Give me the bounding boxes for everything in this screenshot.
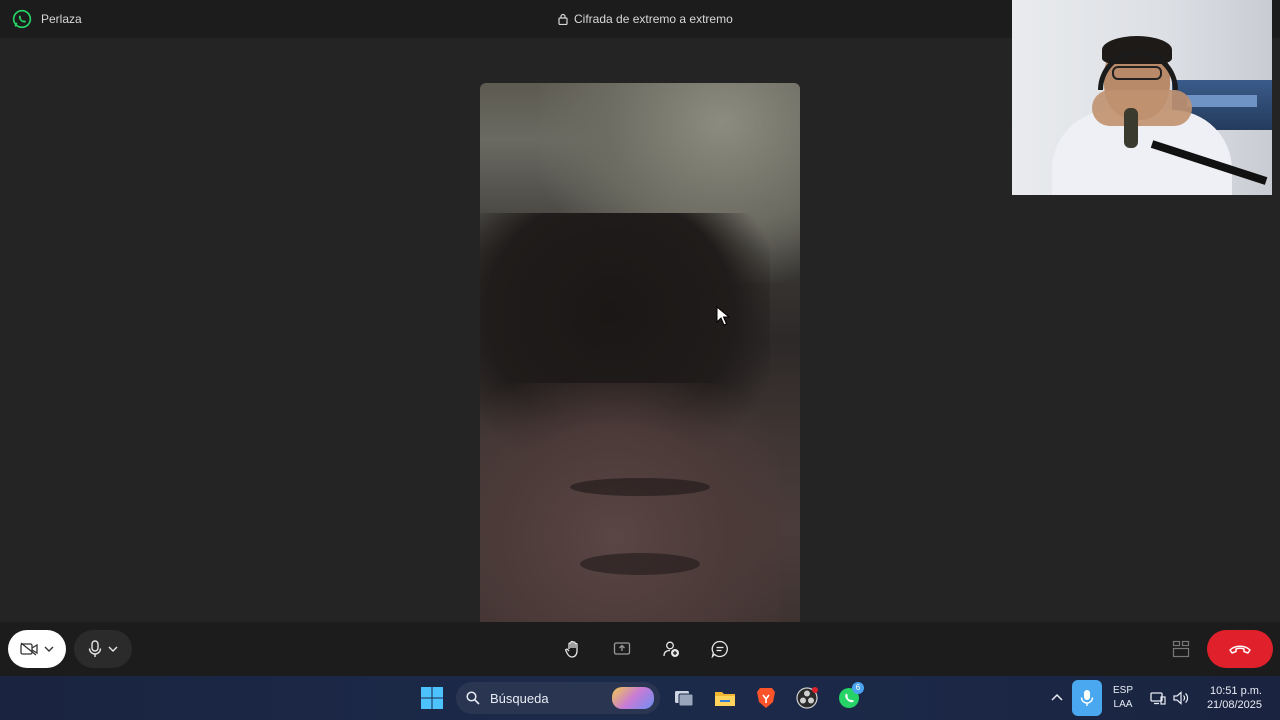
video-eye-region [580,553,700,575]
lock-icon [558,13,568,25]
mouse-cursor-icon [716,306,730,326]
search-label: Búsqueda [490,691,549,706]
taskbar-search-box[interactable]: Búsqueda [456,682,660,714]
keyboard-layout-code: LAA [1113,699,1133,710]
obs-studio-icon[interactable] [795,686,819,710]
network-icon[interactable] [1150,690,1166,706]
brave-browser-icon[interactable] [754,686,778,710]
raise-hand-icon[interactable] [564,640,582,658]
video-shelf-items [1187,95,1257,107]
share-screen-icon[interactable] [613,640,631,658]
chevron-up-icon[interactable] [1049,690,1065,706]
video-hands [1092,90,1192,126]
microphone-in-use-indicator[interactable] [1072,680,1102,716]
end-call-icon [1229,645,1251,654]
microphone-toggle-button[interactable] [74,630,132,668]
self-preview-video[interactable] [1012,0,1272,195]
contact-name: Perlaza [41,12,82,26]
camera-toggle-button[interactable] [8,630,66,668]
end-call-button[interactable] [1207,630,1273,668]
chat-icon[interactable] [711,640,729,658]
windows-taskbar: Búsqueda 6 ESP LAA 10:51 p.m. 21/08/2025 [0,676,1280,720]
camera-off-icon [20,642,38,656]
chevron-down-icon[interactable] [108,646,118,652]
remote-participant-video[interactable] [480,83,800,653]
video-brow-region [570,478,710,496]
video-microphone [1124,108,1138,148]
whatsapp-unread-badge: 6 [852,682,864,694]
video-glasses [1112,66,1162,80]
language-code: ESP [1112,685,1133,696]
clock-date: 21/08/2025 [1206,699,1262,711]
system-clock[interactable]: 10:51 p.m. 21/08/2025 [1198,684,1262,712]
volume-icon[interactable] [1173,690,1189,706]
add-participant-icon[interactable] [662,640,680,658]
microphone-icon [88,640,102,657]
layout-grid-icon[interactable] [1172,640,1190,658]
input-language-indicator[interactable]: ESP LAA [1112,684,1134,712]
encryption-notice: Cifrada de extremo a extremo [558,12,733,26]
encryption-text: Cifrada de extremo a extremo [574,12,733,26]
whatsapp-icon [12,9,32,29]
video-face-region [480,383,780,653]
search-highlight-art [612,687,654,709]
task-view-icon[interactable] [672,686,696,710]
call-controls-bar [0,622,1280,676]
microphone-icon [1080,690,1094,706]
windows-start-icon[interactable] [420,686,444,710]
chevron-down-icon[interactable] [44,646,54,652]
file-explorer-icon[interactable] [713,686,737,710]
clock-time: 10:51 p.m. [1210,685,1262,697]
search-icon [466,691,480,705]
